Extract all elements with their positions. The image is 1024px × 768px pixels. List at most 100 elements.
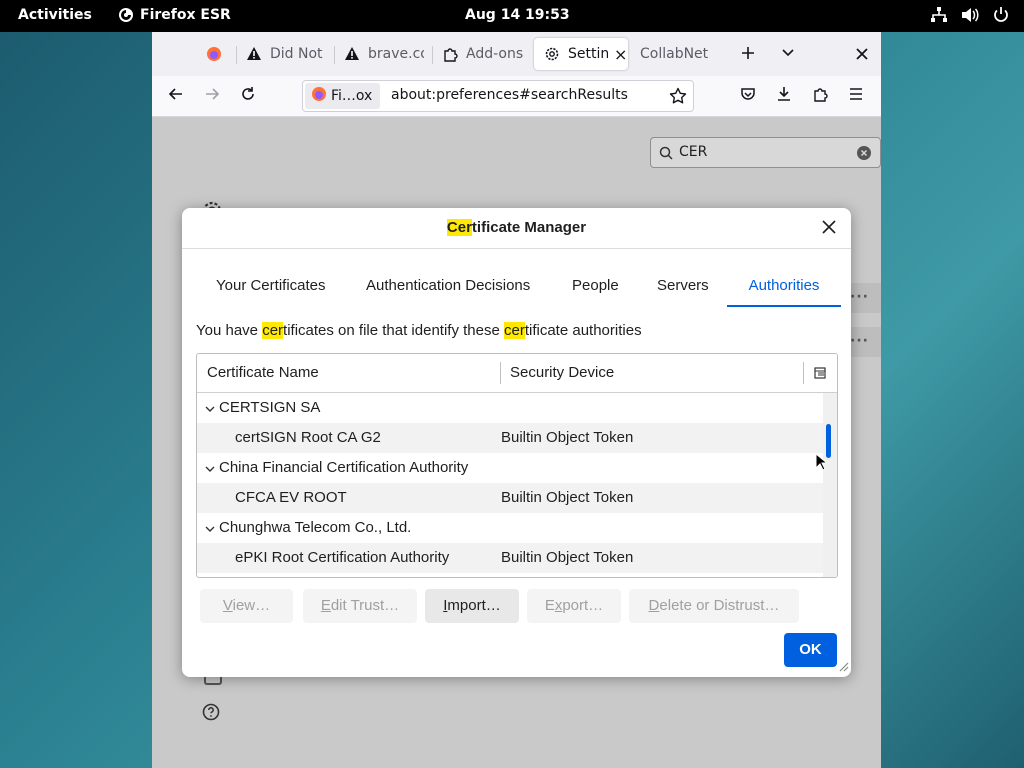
chevron-down-icon[interactable] xyxy=(205,521,215,538)
window-close-button[interactable] xyxy=(846,38,878,70)
url-text[interactable]: about:preferences#searchResults xyxy=(391,87,628,103)
help-icon[interactable] xyxy=(202,703,220,725)
close-icon xyxy=(822,219,836,237)
tab-authentication-decisions[interactable]: Authentication Decisions xyxy=(366,269,530,305)
clear-search-icon[interactable] xyxy=(857,146,871,164)
dialog-title: Certificate Manager xyxy=(182,208,851,249)
export-button[interactable]: Export… xyxy=(527,589,621,623)
plus-icon xyxy=(741,44,755,65)
firefox-app-icon xyxy=(118,7,134,23)
new-tab-button[interactable] xyxy=(732,38,764,70)
tab-people[interactable]: People xyxy=(572,269,619,305)
more-options-icon[interactable]: ··· xyxy=(850,333,869,349)
tab-servers[interactable]: Servers xyxy=(657,269,709,305)
column-divider[interactable] xyxy=(803,362,804,384)
tree-item-row[interactable]: ePKI Root Certification Authority Builti… xyxy=(197,543,823,573)
mouse-pointer-icon xyxy=(815,452,829,475)
tab-firefox[interactable] xyxy=(196,38,234,70)
chevron-down-icon xyxy=(781,44,795,65)
certificate-name: certSIGN Root CA G2 xyxy=(235,429,381,446)
activities-button[interactable]: Activities xyxy=(18,7,92,23)
authorities-description: You have certificates on file that ident… xyxy=(196,322,642,339)
puzzle-icon xyxy=(442,46,458,62)
tab-settings[interactable]: Settin × xyxy=(534,38,628,70)
tree-group-row[interactable]: Chunghwa Telecom Co., Ltd. xyxy=(197,513,823,543)
certificate-tree[interactable]: Certificate Name Security Device CERTSIG… xyxy=(196,353,838,578)
group-name: China Financial Certification Authority xyxy=(219,459,469,476)
certificate-name: ePKI Root Certification Authority xyxy=(235,549,450,566)
tree-item-row[interactable]: CFCA EV ROOT Builtin Object Token xyxy=(197,483,823,513)
column-picker-icon[interactable] xyxy=(814,366,826,383)
firefox-icon xyxy=(311,86,327,106)
tab-label: Settin xyxy=(568,46,608,62)
downloads-button[interactable] xyxy=(768,80,800,112)
system-tray[interactable] xyxy=(930,6,1010,24)
pocket-icon xyxy=(740,86,756,106)
tab-collabnet[interactable]: CollabNet xyxy=(630,38,720,70)
tab-label: Did Not xyxy=(270,46,323,62)
column-certificate-name[interactable]: Certificate Name xyxy=(207,364,319,381)
forward-arrow-icon xyxy=(204,86,220,106)
bookmark-star-icon[interactable] xyxy=(669,87,687,109)
edit-trust-button[interactable]: Edit Trust… xyxy=(303,589,417,623)
ok-button[interactable]: OK xyxy=(784,633,837,667)
certificate-tabs: Your Certificates Authentication Decisio… xyxy=(196,269,841,307)
chevron-down-icon[interactable] xyxy=(205,461,215,478)
tab-label: Add-ons xyxy=(466,46,524,62)
gear-icon xyxy=(544,46,560,62)
reload-button[interactable] xyxy=(232,80,264,112)
title-rest: tificate Manager xyxy=(471,219,587,236)
certificate-name: CFCA EV ROOT xyxy=(235,489,347,506)
search-icon xyxy=(659,146,673,164)
security-device: Builtin Object Token xyxy=(501,549,634,566)
tab-your-certificates[interactable]: Your Certificates xyxy=(216,269,326,305)
back-button[interactable] xyxy=(160,80,192,112)
download-icon xyxy=(776,86,792,106)
app-menu-label: Firefox ESR xyxy=(140,7,231,23)
tree-rows: CERTSIGN SA certSIGN Root CA G2 Builtin … xyxy=(197,393,823,573)
view-button[interactable]: View… xyxy=(200,589,293,623)
resize-grip-icon[interactable] xyxy=(839,659,849,675)
pocket-button[interactable] xyxy=(732,80,764,112)
tab-authorities[interactable]: Authorities xyxy=(727,269,841,307)
chevron-down-icon[interactable] xyxy=(205,401,215,418)
tree-group-row[interactable]: CERTSIGN SA xyxy=(197,393,823,423)
navigation-toolbar: Fi…ox about:preferences#searchResults xyxy=(152,76,881,117)
tab-close-icon[interactable]: × xyxy=(614,45,627,64)
import-button[interactable]: Import… xyxy=(425,589,519,623)
tree-item-row[interactable]: certSIGN Root CA G2 Builtin Object Token xyxy=(197,423,823,453)
column-divider[interactable] xyxy=(500,362,501,384)
more-options-icon[interactable]: ··· xyxy=(850,289,869,305)
list-all-tabs-button[interactable] xyxy=(772,38,804,70)
security-device: Builtin Object Token xyxy=(501,429,634,446)
identity-box[interactable]: Fi…ox xyxy=(305,83,381,109)
extensions-button[interactable] xyxy=(804,80,836,112)
system-top-bar: Activities Firefox ESR Aug 14 19:53 xyxy=(0,0,1024,32)
puzzle-icon xyxy=(812,86,828,106)
tab-strip: Did Not brave.co Add-ons Settin × Collab… xyxy=(152,32,881,76)
delete-or-distrust-button[interactable]: Delete or Distrust… xyxy=(629,589,799,623)
dialog-close-button[interactable] xyxy=(819,218,839,238)
app-menu-button[interactable] xyxy=(840,80,872,112)
tab-brave[interactable]: brave.co xyxy=(334,38,424,70)
forward-button[interactable] xyxy=(196,80,228,112)
warning-icon xyxy=(246,46,262,62)
search-value: CER xyxy=(679,144,708,160)
app-menu[interactable]: Firefox ESR xyxy=(118,7,231,23)
tab-add-ons[interactable]: Add-ons xyxy=(432,38,524,70)
tree-scrollbar[interactable] xyxy=(823,393,837,577)
settings-search-input[interactable]: CER xyxy=(650,137,881,168)
column-security-device[interactable]: Security Device xyxy=(510,364,614,381)
tab-label: CollabNet xyxy=(640,46,709,62)
clock[interactable]: Aug 14 19:53 xyxy=(465,7,570,23)
group-name: Chunghwa Telecom Co., Ltd. xyxy=(219,519,412,536)
close-icon xyxy=(856,44,868,65)
certificate-manager-dialog: Certificate Manager Your Certificates Au… xyxy=(182,208,851,677)
title-highlight: Cer xyxy=(446,219,472,236)
tree-group-row[interactable]: China Financial Certification Authority xyxy=(197,453,823,483)
tab-label: brave.co xyxy=(368,46,424,62)
url-bar[interactable]: Fi…ox about:preferences#searchResults xyxy=(302,80,694,112)
volume-icon xyxy=(960,6,980,24)
tab-did-not[interactable]: Did Not xyxy=(236,38,326,70)
network-icon xyxy=(930,6,948,24)
